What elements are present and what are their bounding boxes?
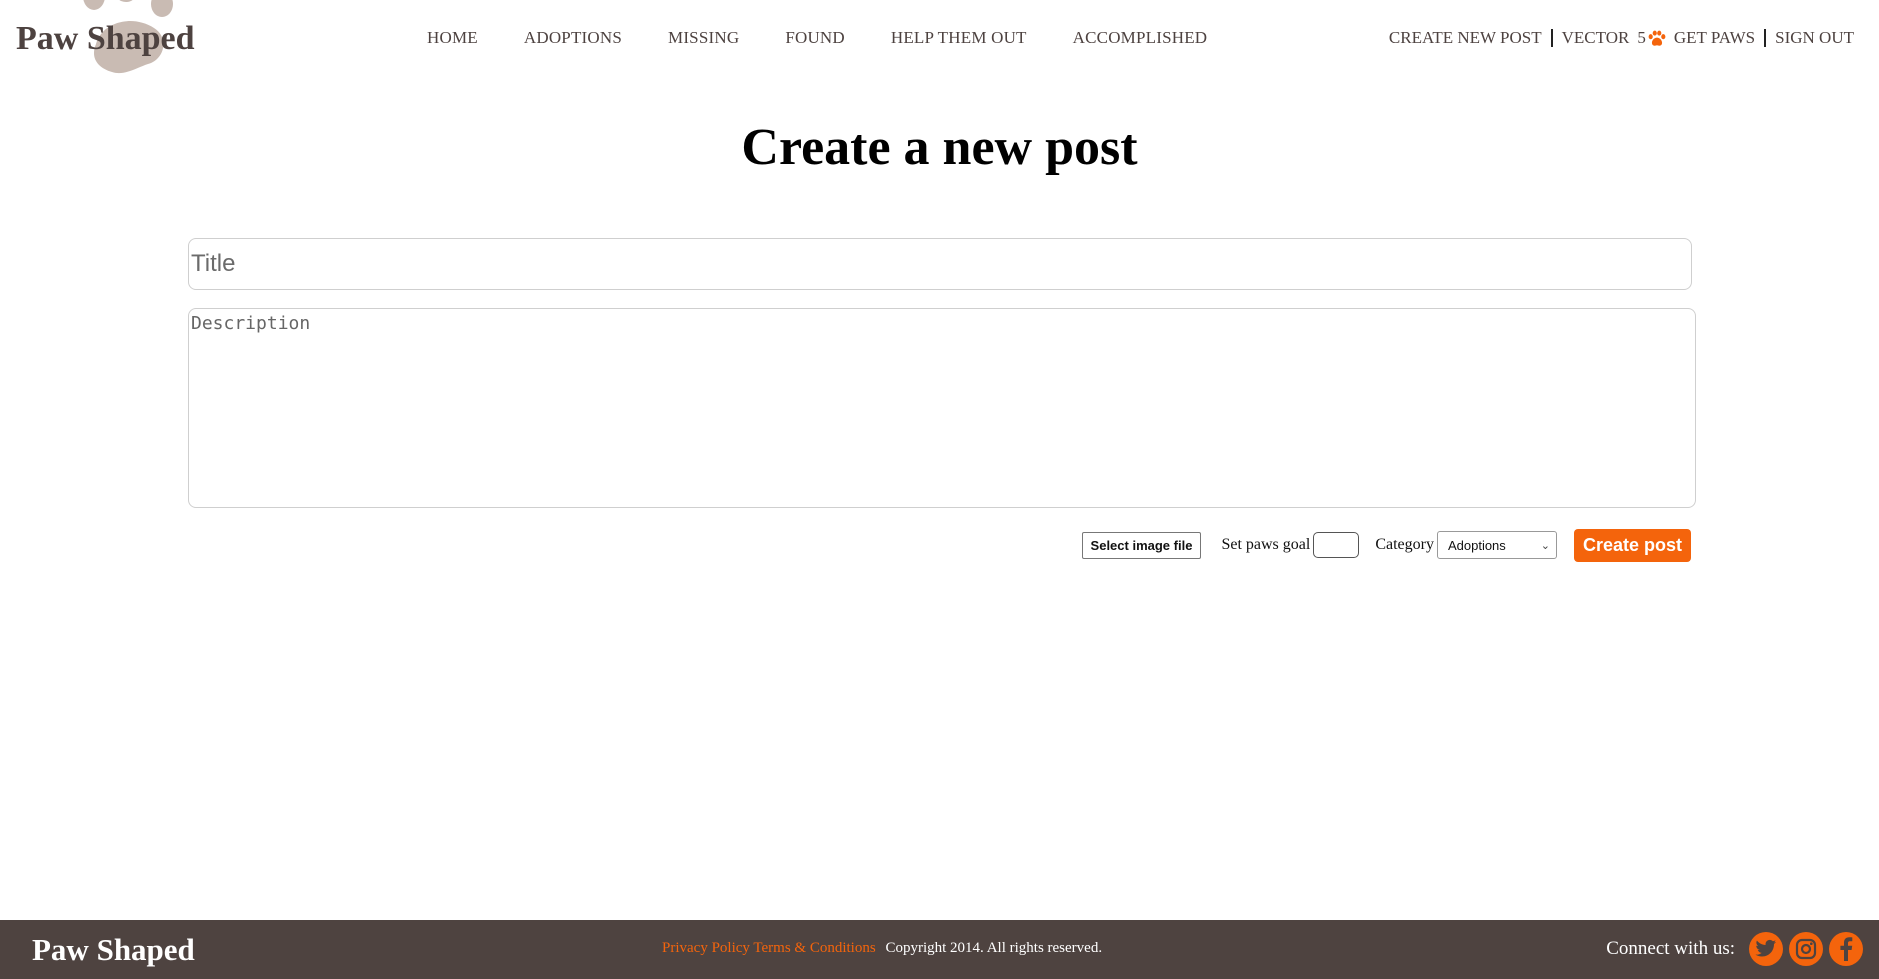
divider <box>1764 29 1767 47</box>
chevron-down-icon: ⌄ <box>1540 539 1550 552</box>
connect-label: Connect with us: <box>1606 938 1735 959</box>
site-header: Paw Shaped HOME ADOPTIONS MISSING FOUND … <box>0 0 1879 80</box>
sign-out-link[interactable]: SIGN OUT <box>1775 28 1854 48</box>
nav-item-missing[interactable]: MISSING <box>668 28 739 48</box>
twitter-icon[interactable] <box>1749 932 1783 966</box>
nav-item-home[interactable]: HOME <box>427 28 478 48</box>
footer-brand: Paw Shaped <box>32 932 195 967</box>
paws-goal-label: Set paws goal <box>1221 536 1311 553</box>
copyright-text: Copyright 2014. All rights reserved. <box>885 940 1103 956</box>
post-options-row: Select image file Set paws goal Category… <box>1081 528 1691 562</box>
social-connect: Connect with us: <box>1606 932 1863 966</box>
nav-item-accomplished[interactable]: ACCOMPLISHED <box>1073 28 1208 48</box>
create-new-post-link[interactable]: CREATE NEW POST <box>1389 28 1542 48</box>
create-post-button[interactable]: Create post <box>1573 528 1691 562</box>
description-input[interactable] <box>188 308 1696 508</box>
divider <box>1550 29 1553 47</box>
instagram-icon[interactable] <box>1789 932 1823 966</box>
brand-name: Paw Shaped <box>16 20 195 57</box>
user-nav: CREATE NEW POST VECTOR 5 GET PAWS SIGN O… <box>1389 28 1854 48</box>
category-select[interactable]: Adoptions ⌄ <box>1436 531 1557 559</box>
privacy-policy-link[interactable]: Privacy Policy <box>662 940 750 956</box>
username-link[interactable]: VECTOR <box>1562 28 1630 48</box>
category-label: Category <box>1375 536 1434 553</box>
footer-links: Privacy Policy Terms & Conditions Copyri… <box>662 940 1102 957</box>
select-image-button[interactable]: Select image file <box>1081 531 1202 559</box>
nav-item-found[interactable]: FOUND <box>785 28 845 48</box>
page: Paw Shaped HOME ADOPTIONS MISSING FOUND … <box>0 0 1879 979</box>
get-paws-link[interactable]: GET PAWS <box>1674 28 1755 48</box>
title-input[interactable] <box>188 238 1692 290</box>
terms-link[interactable]: Terms & Conditions <box>753 940 875 956</box>
site-footer: Paw Shaped Privacy Policy Terms & Condit… <box>0 920 1879 979</box>
facebook-icon[interactable] <box>1829 932 1863 966</box>
paw-icon <box>1648 30 1666 46</box>
logo[interactable]: Paw Shaped <box>14 0 214 80</box>
category-selected-value: Adoptions <box>1447 537 1506 553</box>
paws-goal-input[interactable] <box>1313 532 1360 558</box>
main-nav: HOME ADOPTIONS MISSING FOUND HELP THEM O… <box>427 28 1253 48</box>
nav-item-help-them-out[interactable]: HELP THEM OUT <box>891 28 1027 48</box>
paws-count: 5 <box>1637 28 1646 47</box>
page-title: Create a new post <box>741 119 1138 176</box>
nav-item-adoptions[interactable]: ADOPTIONS <box>524 28 622 48</box>
